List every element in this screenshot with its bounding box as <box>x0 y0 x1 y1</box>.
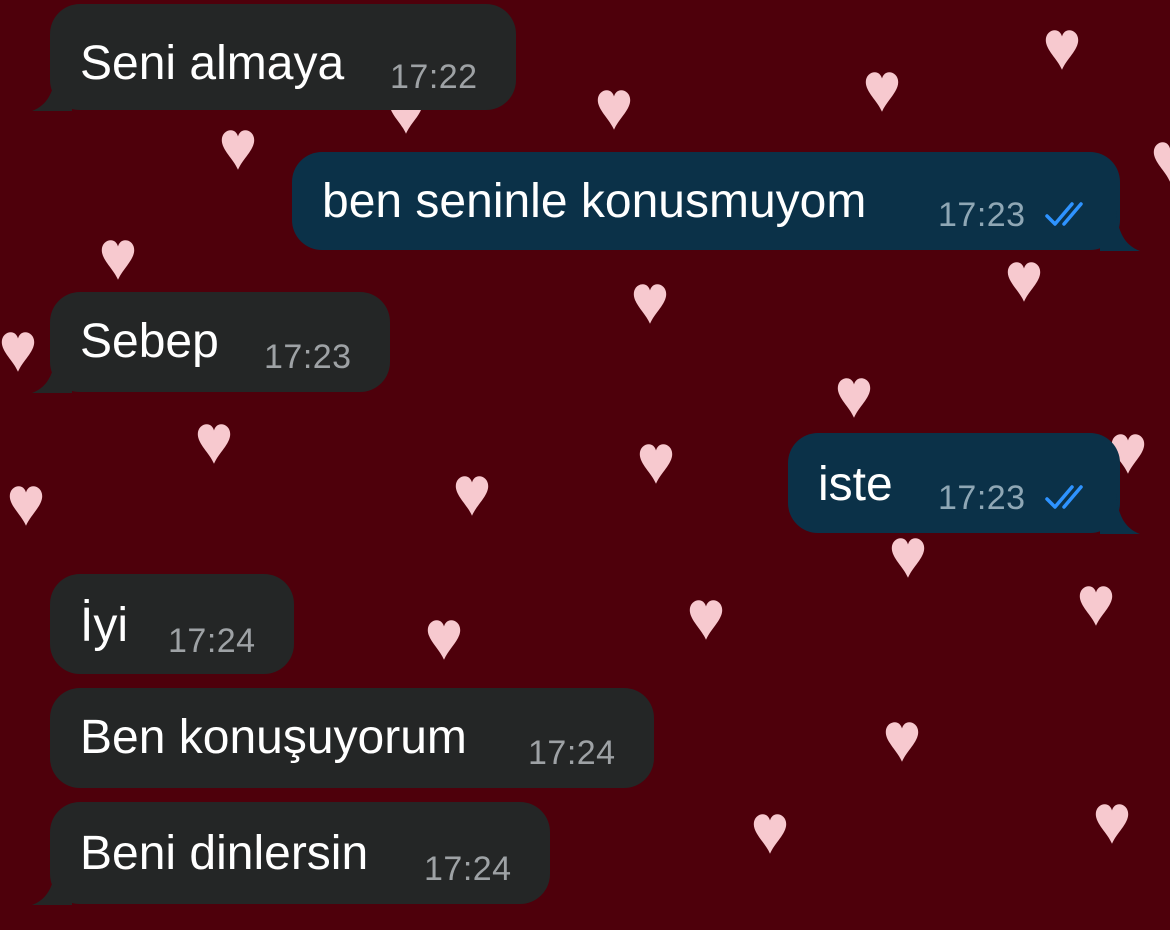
heart-icon <box>1045 30 1079 70</box>
message-timestamp: 17:24 <box>528 734 616 772</box>
message-text: Seni almaya <box>80 37 345 90</box>
message-text: İyi <box>80 599 128 652</box>
heart-icon <box>597 90 631 130</box>
heart-icon <box>891 538 925 578</box>
message-bubble-incoming[interactable]: İyi 17:24 <box>50 574 294 674</box>
message-bubble-outgoing[interactable]: iste 17:23 <box>788 433 1140 534</box>
message-bubble-incoming[interactable]: Seni almaya 17:22 <box>32 4 516 111</box>
bubble-tail-icon <box>32 865 72 905</box>
heart-icon <box>865 72 899 112</box>
heart-icon <box>1095 804 1129 844</box>
heart-icon <box>885 722 919 762</box>
message-bubble-incoming[interactable]: Sebep 17:23 <box>32 292 390 393</box>
heart-icon <box>753 814 787 854</box>
bubble-tail-icon <box>1100 494 1140 534</box>
message-text: Sebep <box>80 315 219 368</box>
heart-icon <box>633 284 667 324</box>
message-timestamp: 17:24 <box>424 850 512 888</box>
chat-area[interactable]: Seni almaya 17:22 ben seninle konusmuyom… <box>0 0 1170 930</box>
heart-icon <box>689 600 723 640</box>
bubble-tail-icon <box>32 353 72 393</box>
heart-icon <box>455 476 489 516</box>
message-text: iste <box>818 458 893 511</box>
message-timestamp: 17:23 <box>938 196 1026 234</box>
message-text: Beni dinlersin <box>80 827 369 880</box>
message-timestamp: 17:23 <box>938 479 1026 517</box>
double-check-icon <box>1045 202 1083 226</box>
heart-icon <box>197 424 231 464</box>
heart-icon <box>221 130 255 170</box>
bubble-tail-icon <box>1100 211 1140 251</box>
heart-icon <box>427 620 461 660</box>
message-bubble-incoming[interactable]: Beni dinlersin 17:24 <box>32 802 550 905</box>
heart-icon <box>639 444 673 484</box>
message-timestamp: 17:23 <box>264 338 352 376</box>
heart-icon <box>1153 142 1170 182</box>
message-timestamp: 17:22 <box>390 58 478 96</box>
double-check-icon <box>1045 485 1083 509</box>
message-timestamp: 17:24 <box>168 622 256 660</box>
heart-icon <box>9 486 43 526</box>
heart-icon <box>1079 586 1113 626</box>
message-bubble-outgoing[interactable]: ben seninle konusmuyom 17:23 <box>292 152 1140 251</box>
heart-icon <box>1 332 35 372</box>
heart-icon <box>837 378 871 418</box>
heart-icon <box>101 240 135 280</box>
heart-icon <box>1007 262 1041 302</box>
message-text: ben seninle konusmuyom <box>322 175 867 228</box>
bubble-tail-icon <box>32 71 72 111</box>
message-bubble-incoming[interactable]: Ben konuşuyorum 17:24 <box>50 688 654 788</box>
message-text: Ben konuşuyorum <box>80 711 467 764</box>
